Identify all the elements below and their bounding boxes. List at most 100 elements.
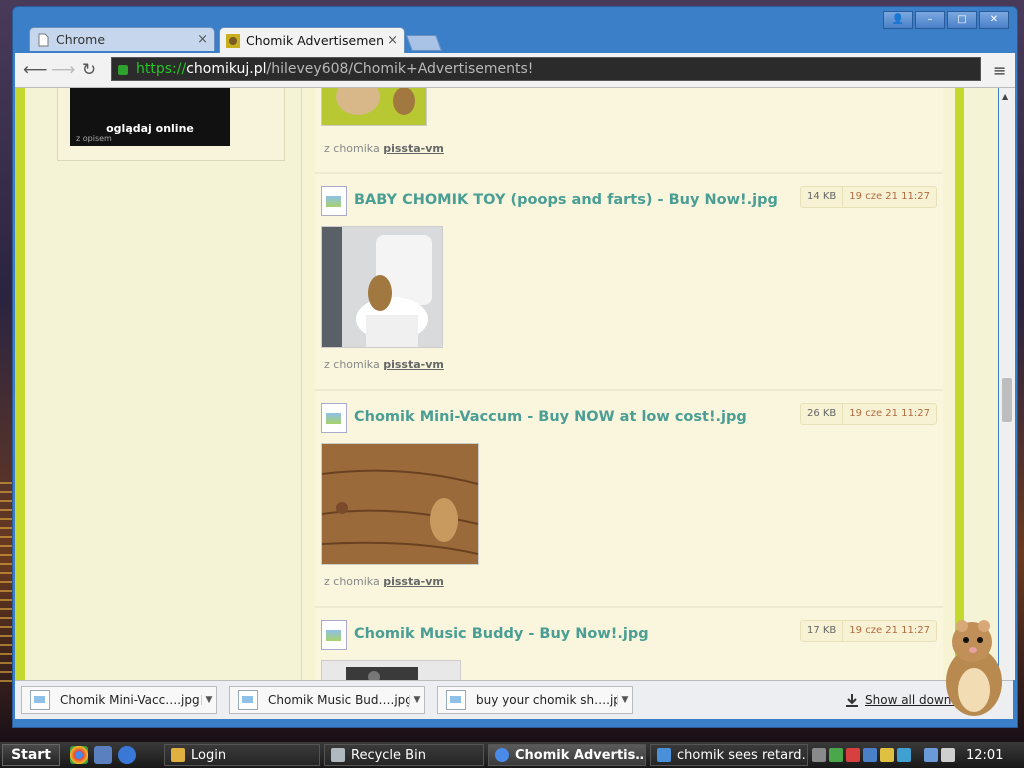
- taskbar: Start Login Recycle Bin Chomik Advertis……: [0, 742, 1024, 768]
- uploader-line: z chomika pissta-vm: [324, 358, 444, 371]
- watch-online-banner[interactable]: oglądaj online z opisem: [70, 88, 230, 146]
- window-controls: 👤 – □ ✕: [883, 11, 1009, 29]
- file-entry: z chomika pissta-vm: [315, 88, 943, 174]
- file-title-link[interactable]: Chomik Mini-Vaccum - Buy NOW at low cost…: [354, 409, 747, 425]
- left-green-border: [15, 88, 25, 680]
- download-item[interactable]: Chomik Mini-Vacc….jpg ▼: [21, 686, 217, 714]
- file-entry: Chomik Music Buddy - Buy Now!.jpg 17 KB 1…: [315, 608, 943, 680]
- image-file-icon: [238, 690, 258, 710]
- download-item[interactable]: Chomik Music Bud….jpg ▼: [229, 686, 425, 714]
- download-label: Chomik Mini-Vacc….jpg: [60, 693, 200, 707]
- volume-icon[interactable]: [941, 748, 955, 762]
- url-domain: chomikuj.pl: [186, 61, 267, 77]
- hamster-mascot: [946, 620, 1002, 716]
- url-path: /hilevey608/Chomik+Advertisements!: [266, 61, 534, 77]
- uploader-link[interactable]: pissta-vm: [383, 142, 444, 155]
- file-date: 19 cze 21 11:27: [849, 625, 930, 636]
- browser-toolbar: ⟵ ⟶ ↻ https://chomikuj.pl/hilevey608/Cho…: [15, 53, 1015, 88]
- taskbar-recycle-bin[interactable]: Recycle Bin: [324, 744, 484, 766]
- taskbar-label: Chomik Advertis…: [515, 747, 646, 763]
- file-thumbnail[interactable]: [321, 443, 479, 565]
- tray-icon[interactable]: [863, 748, 877, 762]
- download-label: Chomik Music Bud….jpg: [268, 693, 409, 707]
- tab-label: Chrome: [56, 32, 106, 47]
- app-icon: [171, 748, 185, 762]
- internet-explorer-icon[interactable]: [118, 746, 136, 764]
- vertical-scrollbar[interactable]: ▲: [999, 88, 1015, 680]
- recycle-bin-icon: [331, 748, 345, 762]
- image-file-icon: [446, 690, 466, 710]
- shield-icon[interactable]: [846, 748, 860, 762]
- tray-icon[interactable]: [829, 748, 843, 762]
- close-window-button[interactable]: ✕: [979, 11, 1009, 29]
- tab-close-icon[interactable]: ×: [197, 32, 208, 47]
- file-size: 26 KB: [801, 404, 844, 424]
- clock: 12:01: [966, 747, 1004, 763]
- image-file-icon: [30, 690, 50, 710]
- tab-chrome[interactable]: Chrome ×: [29, 27, 215, 51]
- tray-icon[interactable]: [880, 748, 894, 762]
- chrome-icon: [495, 748, 509, 762]
- browser-window: 👤 – □ ✕ Chrome × Chomik Advertisements! …: [12, 6, 1018, 728]
- reload-icon[interactable]: ↻: [79, 60, 99, 80]
- file-thumbnail[interactable]: [321, 226, 443, 348]
- tab-label: Chomik Advertisements!: [246, 33, 384, 48]
- tab-close-icon[interactable]: ×: [387, 33, 398, 48]
- page-content: oglądaj online z opisem z chomika pissta…: [15, 88, 998, 680]
- dropdown-arrow-icon[interactable]: ▼: [409, 695, 424, 705]
- file-title-link[interactable]: Chomik Music Buddy - Buy Now!.jpg: [354, 626, 649, 642]
- file-entry: BABY CHOMIK TOY (poops and farts) - Buy …: [315, 174, 943, 391]
- show-desktop-icon[interactable]: [94, 746, 112, 764]
- address-bar[interactable]: https://chomikuj.pl/hilevey608/Chomik+Ad…: [111, 57, 981, 81]
- download-item[interactable]: buy your chomik sh….jpg ▼: [437, 686, 633, 714]
- taskbar-login[interactable]: Login: [164, 744, 320, 766]
- profile-button[interactable]: 👤: [883, 11, 913, 29]
- from-label: z chomika: [324, 358, 380, 371]
- scroll-thumb[interactable]: [1002, 378, 1012, 422]
- start-button[interactable]: Start: [2, 744, 60, 766]
- network-icon[interactable]: [924, 748, 938, 762]
- chomik-favicon-icon: [226, 33, 240, 48]
- forward-arrow-icon[interactable]: ⟶: [51, 60, 75, 80]
- system-tray: 12:01: [812, 744, 1022, 766]
- scroll-up-icon[interactable]: ▲: [1002, 92, 1008, 101]
- minimize-button[interactable]: –: [915, 11, 945, 29]
- description-caption: z opisem: [76, 134, 112, 143]
- tray-icon[interactable]: [897, 748, 911, 762]
- file-meta: 14 KB 19 cze 21 11:27: [799, 186, 937, 208]
- tab-strip: Chrome × Chomik Advertisements! ×: [29, 27, 442, 53]
- file-meta: 26 KB 19 cze 21 11:27: [799, 403, 937, 425]
- start-label: Start: [11, 747, 51, 763]
- tab-chomik-advertisements[interactable]: Chomik Advertisements! ×: [219, 27, 405, 53]
- chrome-icon[interactable]: [70, 746, 88, 764]
- maximize-button[interactable]: □: [947, 11, 977, 29]
- menu-icon[interactable]: ≡: [993, 61, 1009, 80]
- file-entry: Chomik Mini-Vaccum - Buy NOW at low cost…: [315, 391, 943, 608]
- file-thumbnail[interactable]: [321, 660, 461, 680]
- image-file-icon: [321, 186, 347, 216]
- page-icon: [38, 33, 49, 46]
- back-arrow-icon[interactable]: ⟵: [23, 60, 47, 80]
- tray-icon[interactable]: [812, 748, 826, 762]
- uploader-link[interactable]: pissta-vm: [383, 358, 444, 371]
- taskbar-label: chomik sees retard…: [677, 747, 808, 763]
- file-size: 14 KB: [801, 187, 844, 207]
- from-label: z chomika: [324, 142, 380, 155]
- file-date: 19 cze 21 11:27: [849, 408, 930, 419]
- url-scheme: https://: [136, 61, 187, 77]
- file-title-link[interactable]: BABY CHOMIK TOY (poops and farts) - Buy …: [354, 192, 778, 208]
- new-tab-button[interactable]: [406, 35, 442, 51]
- from-label: z chomika: [324, 575, 380, 588]
- file-date: 19 cze 21 11:27: [849, 191, 930, 202]
- taskbar-chomik-advertisements[interactable]: Chomik Advertis…: [488, 744, 646, 766]
- taskbar-chomik-sees[interactable]: chomik sees retard…: [650, 744, 808, 766]
- download-icon: [846, 694, 858, 707]
- dropdown-arrow-icon[interactable]: ▼: [201, 695, 216, 705]
- download-shelf: Chomik Mini-Vacc….jpg ▼ Chomik Music Bud…: [15, 680, 1013, 719]
- image-file-icon: [321, 403, 347, 433]
- dropdown-arrow-icon[interactable]: ▼: [617, 695, 632, 705]
- taskbar-label: Login: [191, 747, 227, 763]
- uploader-line: z chomika pissta-vm: [324, 575, 444, 588]
- uploader-link[interactable]: pissta-vm: [383, 575, 444, 588]
- file-thumbnail[interactable]: [321, 88, 427, 126]
